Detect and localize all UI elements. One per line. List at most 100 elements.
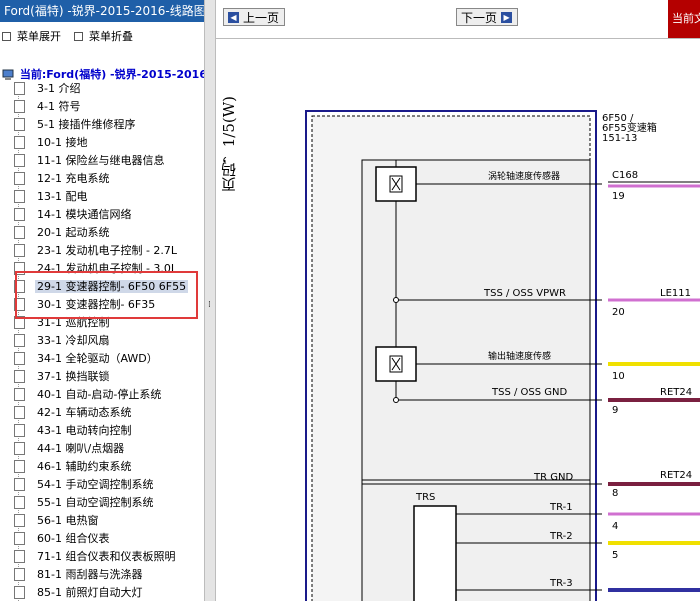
document-icon — [14, 99, 25, 113]
tree-item[interactable]: 3-1 介绍 — [14, 80, 82, 98]
tree-item[interactable]: 71-1 组合仪表和仪表板照明 — [14, 548, 177, 566]
tree-item-label: 44-1 喇叭/点烟器 — [37, 442, 125, 455]
tree-item[interactable]: 23-1 发动机电子控制 - 2.7L — [14, 242, 179, 260]
tree-item-label: 11-1 保险丝与继电器信息 — [37, 154, 165, 167]
tree-item-label: 5-1 接插件维修程序 — [37, 118, 136, 131]
expand-icon — [2, 31, 11, 41]
junction-gnd — [393, 397, 399, 403]
tree-item-label: 56-1 电热窗 — [37, 514, 99, 527]
pin-19: 19 — [612, 191, 625, 202]
tree-item-label: 55-1 自动空调控制系统 — [37, 496, 154, 509]
computer-icon — [2, 69, 14, 80]
trs-label: TRS — [415, 492, 435, 503]
tree-item-label: 60-1 组合仪表 — [37, 532, 110, 545]
collapse-menu-button[interactable]: 菜单折叠 — [74, 28, 133, 44]
tree-item-label: 34-1 全轮驱动（AWD） — [37, 352, 158, 365]
pin-9: 9 — [612, 405, 618, 416]
document-icon — [14, 495, 25, 509]
sensor2-label: 输出轴速度传感 — [488, 350, 551, 362]
tree-item-label: 3-1 介绍 — [37, 82, 81, 95]
pin-tr2-label: TR-2 — [549, 531, 573, 542]
tree-item-label: 33-1 冷却风扇 — [37, 334, 110, 347]
tree-item[interactable]: 37-1 换挡联锁 — [14, 368, 111, 386]
tree-item-label: 43-1 电动转向控制 — [37, 424, 132, 437]
tree-item[interactable]: 81-1 雨刮器与洗涤器 — [14, 566, 144, 584]
document-icon — [14, 207, 25, 221]
tree-item[interactable]: 12-1 充电系统 — [14, 170, 111, 188]
tree-item-label: 10-1 接地 — [37, 136, 88, 149]
module-label-3: 151-13 — [602, 133, 637, 144]
tree-item[interactable]: 44-1 喇叭/点烟器 — [14, 440, 126, 458]
tree-item[interactable]: 34-1 全轮驱动（AWD） — [14, 350, 160, 368]
splitter-grip-icon: ⁞ — [208, 300, 211, 310]
document-icon — [14, 333, 25, 347]
tree-item[interactable]: 56-1 电热窗 — [14, 512, 100, 530]
tree-item-label: 40-1 自动-启动-停止系统 — [37, 388, 162, 401]
document-icon — [14, 243, 25, 257]
document-icon — [14, 549, 25, 563]
pin-tr1-label: TR-1 — [549, 502, 573, 513]
pin-5: 5 — [612, 550, 618, 561]
tree-item[interactable]: 42-1 车辆动态系统 — [14, 404, 133, 422]
tree-item[interactable]: 40-1 自动-启动-停止系统 — [14, 386, 163, 404]
document-icon — [14, 369, 25, 383]
tree-item-label: 71-1 组合仪表和仪表板照明 — [37, 550, 176, 563]
tree-item-label: 13-1 配电 — [37, 190, 88, 203]
tree-item[interactable]: 55-1 自动空调控制系统 — [14, 494, 155, 512]
tree-item-label: 42-1 车辆动态系统 — [37, 406, 132, 419]
tree-item-label: 81-1 雨刮器与洗涤器 — [37, 568, 143, 581]
pin-tr3-label: TR-3 — [549, 578, 573, 589]
tree-item[interactable]: 14-1 模块通信网络 — [14, 206, 133, 224]
tree-item-label: 37-1 换挡联锁 — [37, 370, 110, 383]
pin-20: 20 — [612, 307, 625, 318]
tree-item-label: 20-1 起动系统 — [37, 226, 110, 239]
document-icon — [14, 459, 25, 473]
document-icon — [14, 567, 25, 581]
document-icon — [14, 387, 25, 401]
navigation-panel: Ford(福特) -锐界-2015-2016-线路图 菜单展开 菜单折叠 当前:… — [0, 0, 205, 601]
highlight-box — [15, 271, 198, 319]
document-icon — [14, 117, 25, 131]
pin-10: 10 — [612, 371, 625, 382]
tree-item[interactable]: 20-1 起动系统 — [14, 224, 111, 242]
wire-ret24-label-1: RET24 — [660, 387, 692, 398]
pin-gnd-label: TSS / OSS GND — [491, 387, 568, 398]
tree-item-label: 54-1 手动空调控制系统 — [37, 478, 154, 491]
sensor1-label: 涡轮轴速度传感器 — [488, 170, 560, 182]
document-icon — [14, 135, 25, 149]
tree-item[interactable]: 46-1 辅助约束系统 — [14, 458, 133, 476]
document-icon — [14, 531, 25, 545]
document-icon — [14, 423, 25, 437]
panel-splitter[interactable]: ⁞ — [204, 0, 216, 601]
collapse-icon — [74, 31, 83, 41]
tree-item-label: 14-1 模块通信网络 — [37, 208, 132, 221]
tree-item[interactable]: 11-1 保险丝与继电器信息 — [14, 152, 166, 170]
document-icon — [14, 513, 25, 527]
pin-4: 4 — [612, 521, 618, 532]
tree-item-label: 4-1 符号 — [37, 100, 81, 113]
tree-item[interactable]: 85-1 前照灯自动大灯 — [14, 584, 144, 601]
document-icon — [14, 153, 25, 167]
junction-vpwr — [393, 297, 399, 303]
expand-menu-button[interactable]: 菜单展开 — [2, 28, 61, 44]
tree-item-label: 85-1 前照灯自动大灯 — [37, 586, 143, 599]
document-icon — [14, 477, 25, 491]
document-icon — [14, 351, 25, 365]
tree-item-label: 23-1 发动机电子控制 - 2.7L — [37, 244, 178, 257]
tree-item[interactable]: 33-1 冷却风扇 — [14, 332, 111, 350]
tree-item[interactable]: 13-1 配电 — [14, 188, 89, 206]
tree-item[interactable]: 5-1 接插件维修程序 — [14, 116, 137, 134]
trs-switch — [413, 505, 457, 601]
wire-ret24-label-2: RET24 — [660, 470, 692, 481]
tree-item[interactable]: 54-1 手动空调控制系统 — [14, 476, 155, 494]
tree-item-label: 12-1 充电系统 — [37, 172, 110, 185]
tree-item[interactable]: 4-1 符号 — [14, 98, 82, 116]
document-icon — [14, 585, 25, 599]
tree-item[interactable]: 10-1 接地 — [14, 134, 89, 152]
document-icon — [14, 225, 25, 239]
document-icon — [14, 441, 25, 455]
tree-item[interactable]: 60-1 组合仪表 — [14, 530, 111, 548]
pin-vpwr-label: TSS / OSS VPWR — [483, 288, 566, 299]
tree-item-label: 46-1 辅助约束系统 — [37, 460, 132, 473]
tree-item[interactable]: 43-1 电动转向控制 — [14, 422, 133, 440]
